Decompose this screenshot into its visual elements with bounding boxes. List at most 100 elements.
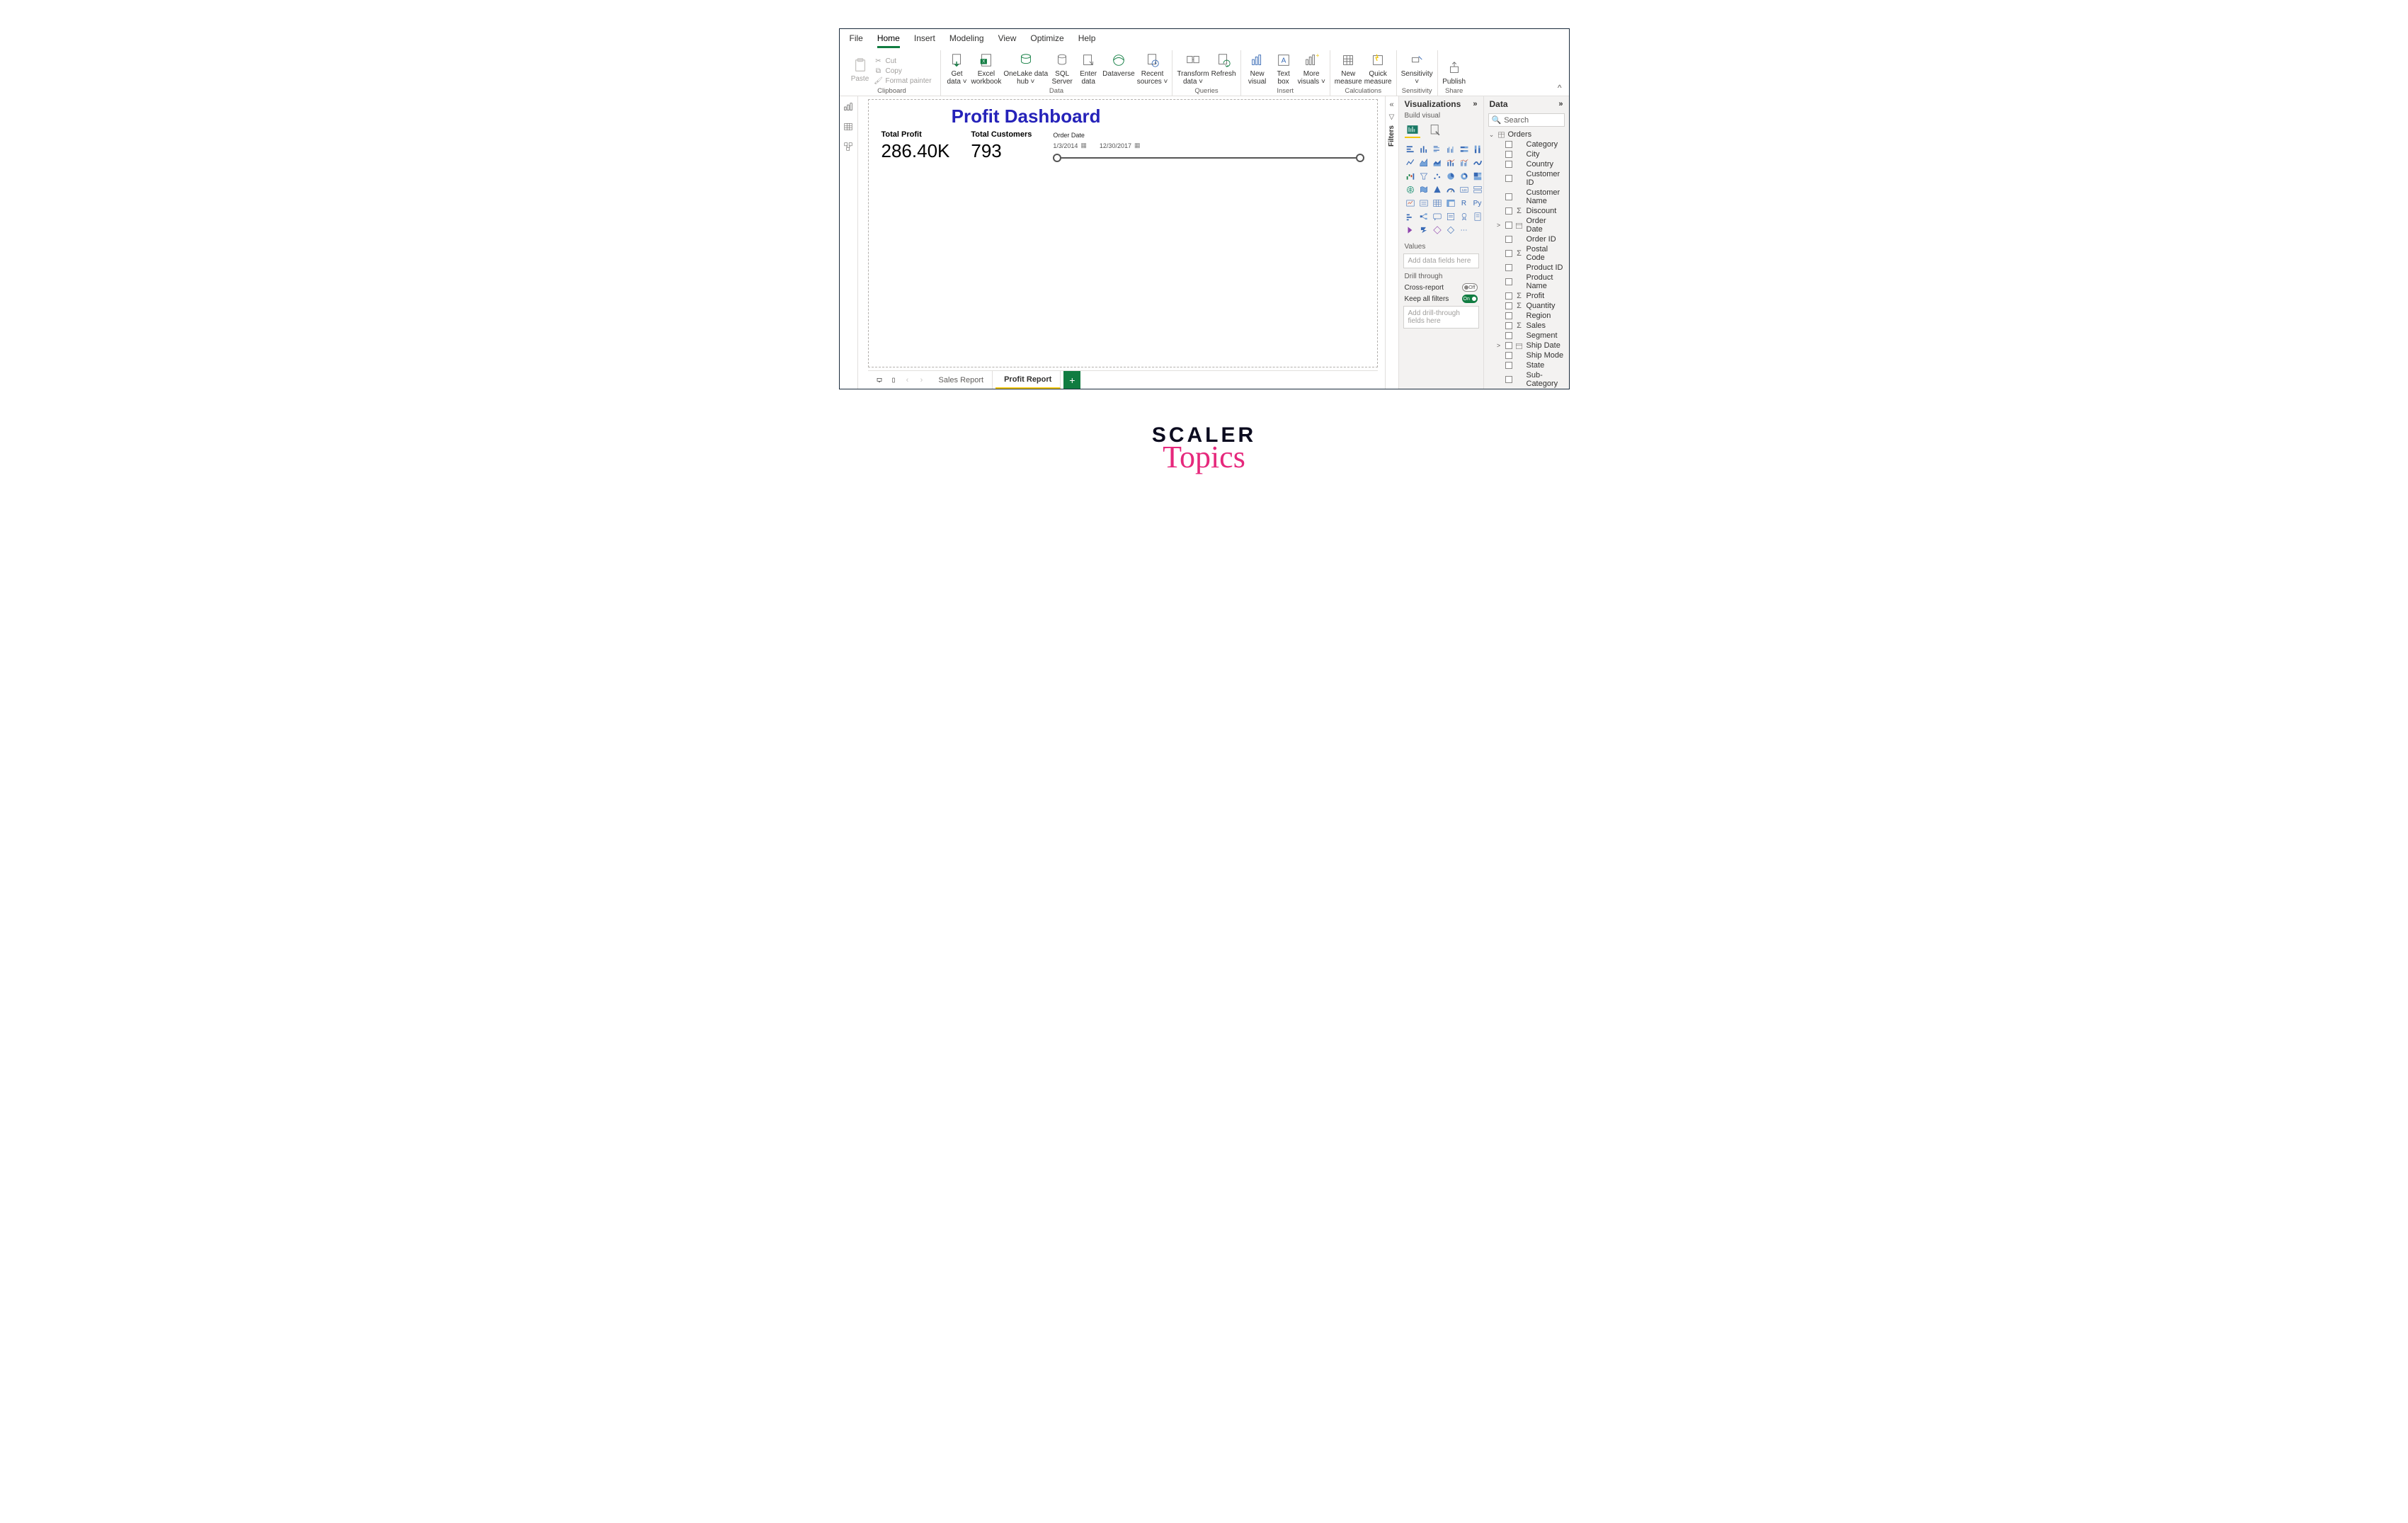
- orderdate-slicer[interactable]: Order Date 1/3/2014▦ 12/30/2017▦: [1053, 130, 1364, 162]
- onelake-datahub-button[interactable]: OneLake data hub ˅: [1003, 51, 1048, 86]
- viz-donut-icon[interactable]: [1459, 171, 1470, 182]
- field-order-date[interactable]: >Order Date: [1487, 216, 1566, 234]
- field-checkbox[interactable]: [1505, 332, 1512, 339]
- viz-azure-map-icon[interactable]: [1432, 184, 1443, 195]
- viz-scatter-icon[interactable]: [1432, 171, 1443, 182]
- field-ship-date[interactable]: >Ship Date: [1487, 341, 1566, 350]
- field-product-id[interactable]: Product ID: [1487, 263, 1566, 273]
- sql-server-button[interactable]: SQL Server: [1050, 51, 1074, 86]
- field-ship-mode[interactable]: Ship Mode: [1487, 350, 1566, 360]
- viz-paginated-report-icon[interactable]: [1472, 211, 1483, 222]
- get-data-button[interactable]: Get data ˅: [945, 51, 969, 86]
- viz-metrics-icon[interactable]: [1459, 211, 1470, 222]
- field-checkbox[interactable]: [1505, 322, 1512, 329]
- page-add-button[interactable]: +: [1063, 371, 1080, 389]
- viz-pie-icon[interactable]: [1445, 171, 1456, 182]
- viz-ribbon-chart-icon[interactable]: [1472, 157, 1483, 169]
- viz-r-visual-icon[interactable]: R: [1459, 198, 1470, 209]
- viz-python-visual-icon[interactable]: Py: [1472, 198, 1483, 209]
- menu-file[interactable]: File: [850, 32, 863, 48]
- viz-slicer-icon[interactable]: [1418, 198, 1430, 209]
- viz-smart-narrative-icon[interactable]: [1445, 211, 1456, 222]
- page-nav-prev-icon[interactable]: ‹: [902, 375, 913, 385]
- pane-collapse-icon[interactable]: »: [1473, 100, 1477, 108]
- menu-insert[interactable]: Insert: [914, 32, 935, 48]
- menu-home[interactable]: Home: [877, 32, 900, 48]
- viz-decomposition-tree-icon[interactable]: [1418, 211, 1430, 222]
- field-checkbox[interactable]: [1505, 222, 1512, 229]
- enter-data-button[interactable]: Enter data: [1076, 51, 1100, 86]
- cut-button[interactable]: ✂Cut: [874, 56, 932, 66]
- new-measure-button[interactable]: New measure: [1335, 51, 1362, 86]
- field-checkbox[interactable]: [1505, 264, 1512, 271]
- menu-view[interactable]: View: [998, 32, 1017, 48]
- slicer-end[interactable]: 12/30/2017▦: [1100, 142, 1141, 149]
- sensitivity-button[interactable]: Sensitivity ˅: [1401, 51, 1433, 86]
- slicer-track[interactable]: [1053, 154, 1364, 162]
- viz-multirow-card-icon[interactable]: [1472, 184, 1483, 195]
- viz-custom2-icon[interactable]: [1445, 224, 1456, 236]
- field-checkbox[interactable]: [1505, 141, 1512, 148]
- viz-kpi-icon[interactable]: [1405, 198, 1416, 209]
- viz-line-chart-icon[interactable]: [1405, 157, 1416, 169]
- viz-powerautomate-icon[interactable]: [1418, 224, 1430, 236]
- field-checkbox[interactable]: [1505, 312, 1512, 319]
- refresh-button[interactable]: Refresh: [1211, 51, 1236, 86]
- field-checkbox[interactable]: [1505, 352, 1512, 359]
- page-tab-profit-report[interactable]: Profit Report: [995, 371, 1061, 389]
- page-tab-sales-report[interactable]: Sales Report: [930, 371, 993, 389]
- field-checkbox[interactable]: [1505, 151, 1512, 158]
- field-checkbox[interactable]: [1505, 376, 1512, 383]
- field-checkbox[interactable]: [1505, 250, 1512, 257]
- format-painter-button[interactable]: 🖌Format painter: [874, 76, 932, 86]
- viz-qna-icon[interactable]: [1432, 211, 1443, 222]
- viz-stacked-column-icon[interactable]: [1418, 144, 1430, 155]
- menu-optimize[interactable]: Optimize: [1030, 32, 1063, 48]
- keep-all-filters-toggle[interactable]: On: [1462, 295, 1478, 303]
- viz-funnel-icon[interactable]: [1418, 171, 1430, 182]
- report-canvas[interactable]: Profit Dashboard Total Profit 286.40K To…: [868, 99, 1378, 367]
- data-view-icon[interactable]: [843, 122, 853, 132]
- quick-measure-button[interactable]: Quick measure: [1364, 51, 1392, 86]
- viz-clustered-column-icon[interactable]: [1445, 144, 1456, 155]
- desktop-layout-icon[interactable]: [874, 375, 885, 385]
- transform-data-button[interactable]: Transform data ˅: [1177, 51, 1209, 86]
- field-postal-code[interactable]: ΣPostal Code: [1487, 244, 1566, 263]
- field-discount[interactable]: ΣDiscount: [1487, 206, 1566, 216]
- kpi-total-profit[interactable]: Total Profit 286.40K: [881, 130, 950, 162]
- field-country[interactable]: Country: [1487, 159, 1566, 169]
- page-nav-next-icon[interactable]: ›: [916, 375, 928, 385]
- paste-button[interactable]: Paste: [848, 56, 872, 83]
- viz-matrix-icon[interactable]: [1445, 198, 1456, 209]
- viz-clustered-bar-icon[interactable]: [1432, 144, 1443, 155]
- field-checkbox[interactable]: [1505, 175, 1512, 182]
- filters-pane-collapsed[interactable]: « ▽ Filters: [1385, 96, 1399, 389]
- field-profit[interactable]: ΣProfit: [1487, 291, 1566, 301]
- build-visual-tab-icon[interactable]: [1405, 122, 1420, 138]
- field-customer-name[interactable]: Customer Name: [1487, 188, 1566, 206]
- table-orders-node[interactable]: ⌄ Orders: [1487, 130, 1566, 139]
- excel-workbook-button[interactable]: XExcel workbook: [971, 51, 1002, 86]
- field-checkbox[interactable]: [1505, 236, 1512, 243]
- viz-stacked-area-icon[interactable]: [1432, 157, 1443, 169]
- viz-custom1-icon[interactable]: [1432, 224, 1443, 236]
- drillthrough-well[interactable]: Add drill-through fields here: [1403, 306, 1479, 329]
- field-customer-id[interactable]: Customer ID: [1487, 169, 1566, 188]
- publish-button[interactable]: Publish: [1442, 59, 1466, 86]
- field-checkbox[interactable]: [1505, 292, 1512, 300]
- viz-filled-map-icon[interactable]: [1418, 184, 1430, 195]
- field-quantity[interactable]: ΣQuantity: [1487, 301, 1566, 311]
- viz-map-icon[interactable]: [1405, 184, 1416, 195]
- field-category[interactable]: Category: [1487, 139, 1566, 149]
- field-checkbox[interactable]: [1505, 302, 1512, 309]
- text-box-button[interactable]: AText box: [1272, 51, 1296, 86]
- viz-100-stacked-bar-icon[interactable]: [1459, 144, 1470, 155]
- viz-waterfall-icon[interactable]: [1405, 171, 1416, 182]
- more-visuals-button[interactable]: +More visuals ˅: [1298, 51, 1325, 86]
- cross-report-toggle[interactable]: Off: [1462, 283, 1478, 292]
- slider-thumb-right[interactable]: [1356, 154, 1364, 162]
- ribbon-collapse-toggle[interactable]: ^: [1558, 83, 1562, 93]
- viz-100-stacked-column-icon[interactable]: [1472, 144, 1483, 155]
- field-sub-category[interactable]: Sub-Category: [1487, 370, 1566, 389]
- pane-collapse-icon[interactable]: »: [1558, 100, 1563, 108]
